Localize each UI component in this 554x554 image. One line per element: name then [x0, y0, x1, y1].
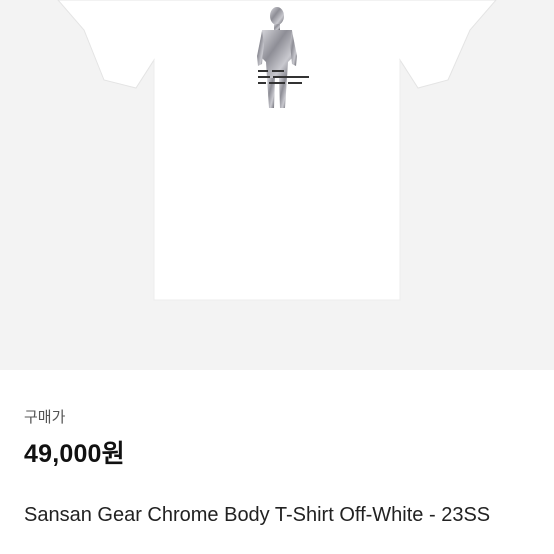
product-info: 구매가 49,000원 Sansan Gear Chrome Body T-Sh…	[0, 370, 554, 554]
product-image[interactable]	[0, 0, 554, 370]
tshirt-illustration	[57, 0, 497, 301]
price-label: 구매가	[24, 409, 66, 426]
price: 49,000원	[24, 440, 125, 468]
product-title: Sansan Gear Chrome Body T-Shirt Off-Whit…	[24, 504, 491, 526]
